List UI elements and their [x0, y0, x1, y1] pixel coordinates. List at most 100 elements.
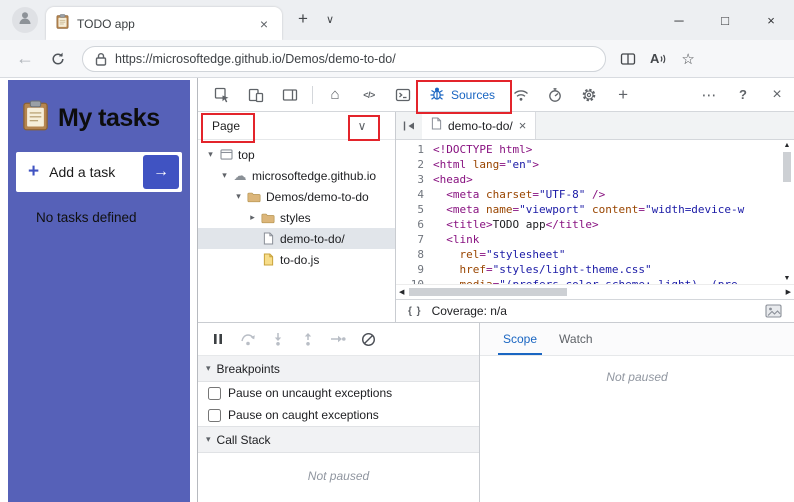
- add-task-button[interactable]: + Add a task →: [16, 152, 182, 192]
- device-emulation-icon[interactable]: [243, 82, 269, 108]
- scrollbar-track[interactable]: [407, 288, 782, 296]
- step-out-icon[interactable]: [298, 329, 318, 349]
- help-icon[interactable]: ?: [730, 82, 756, 108]
- elements-tab-icon[interactable]: </>: [356, 82, 382, 108]
- network-tab-icon[interactable]: [508, 82, 534, 108]
- collapse-sidebar-icon[interactable]: [396, 112, 422, 139]
- tree-item-microsoftedge-github-io[interactable]: ▾ ☁ microsoftedge.github.io: [198, 165, 395, 186]
- navigator-more-icon[interactable]: ⋮: [371, 118, 387, 134]
- code-text: media="(prefers-color-scheme: light), (p…: [433, 277, 738, 284]
- line-number: 4: [417, 188, 424, 201]
- navigator-overflow-chevron[interactable]: ∨: [353, 119, 371, 133]
- navigation-bar: ← https://microsoftedge.github.io/Demos/…: [0, 40, 794, 78]
- breakpoint-option-row[interactable]: Pause on uncaught exceptions: [198, 382, 479, 404]
- pause-icon[interactable]: [208, 329, 228, 349]
- vertical-scrollbar[interactable]: ▲ ▼: [780, 140, 794, 284]
- todo-sidebar: My tasks + Add a task → No tasks defined: [8, 80, 190, 502]
- gear-icon[interactable]: [576, 82, 602, 108]
- devtools-close-icon[interactable]: ×: [764, 82, 790, 108]
- tab-list-chevron-icon[interactable]: ∨: [322, 13, 338, 26]
- more-options-icon[interactable]: ⋯: [696, 82, 722, 108]
- lock-icon[interactable]: [95, 52, 107, 66]
- step-icon[interactable]: [328, 329, 348, 349]
- console-tab-icon[interactable]: [390, 82, 416, 108]
- breakpoint-option-row[interactable]: Pause on caught exceptions: [198, 404, 479, 426]
- tree-item-demo-to-do[interactable]: demo-to-do/: [198, 228, 395, 249]
- coverage-bar: { } Coverage: n/a: [396, 299, 794, 322]
- step-into-icon[interactable]: [268, 329, 288, 349]
- read-aloud-icon[interactable]: A: [650, 51, 667, 66]
- code-line: 7 <link: [396, 232, 780, 247]
- breakpoint-options: Pause on uncaught exceptions Pause on cau…: [198, 382, 479, 426]
- code-text: rel="stylesheet": [459, 248, 566, 261]
- tab-watch[interactable]: Watch: [548, 323, 604, 355]
- panel-layout-icon[interactable]: [277, 82, 303, 108]
- submit-task-button[interactable]: →: [143, 155, 179, 189]
- file-js-icon: [259, 253, 277, 266]
- inspect-icon[interactable]: [209, 82, 235, 108]
- home-tab-icon[interactable]: ⌂: [322, 82, 348, 108]
- code-text: <meta name="viewport" content="width=dev…: [433, 203, 745, 216]
- sources-tab[interactable]: Sources: [420, 82, 504, 108]
- image-preview-icon[interactable]: [765, 304, 782, 318]
- tree-item-top[interactable]: ▾ top: [198, 144, 395, 165]
- add-task-label: Add a task: [49, 164, 116, 180]
- code-lines: 1 <!DOCTYPE html> 2 <html lang="en"> 3 <head>…: [396, 142, 780, 284]
- step-over-icon[interactable]: [238, 329, 258, 349]
- code-text: <link: [433, 233, 480, 246]
- profile-avatar[interactable]: [12, 7, 38, 33]
- breakpoint-checkbox[interactable]: [208, 408, 221, 422]
- debugger-section: ▾ Breakpoints Pause on uncaught exceptio…: [198, 323, 794, 502]
- tree-item-styles[interactable]: ▸ styles: [198, 207, 395, 228]
- horizontal-scrollbar[interactable]: ◀ ▶: [396, 284, 794, 299]
- breakpoint-checkbox[interactable]: [208, 386, 221, 400]
- editor-tab[interactable]: demo-to-do/ ×: [422, 112, 537, 139]
- favorites-star-icon[interactable]: ☆: [681, 50, 694, 68]
- disclosure-expanded-icon: ▾: [206, 434, 211, 444]
- navigator-page-tab[interactable]: Page: [208, 119, 244, 133]
- line-number: 7: [417, 233, 424, 246]
- window-close-button[interactable]: ×: [748, 0, 794, 40]
- disclosure-expanded-icon[interactable]: ▾: [204, 149, 217, 160]
- minimize-button[interactable]: ─: [656, 0, 702, 40]
- maximize-button[interactable]: □: [702, 0, 748, 40]
- code-editor[interactable]: 1 <!DOCTYPE html> 2 <html lang="en"> 3 <head>…: [396, 140, 794, 284]
- tab-scope[interactable]: Scope: [492, 323, 548, 355]
- performance-tab-icon[interactable]: [542, 82, 568, 108]
- titlebar: TODO app × + ∨ ─ □ ×: [0, 0, 794, 40]
- scroll-right-icon[interactable]: ▶: [786, 289, 791, 296]
- scrollbar-thumb[interactable]: [783, 152, 791, 182]
- tree-item-demos-demo-to-do[interactable]: ▾ Demos/demo-to-do: [198, 186, 395, 207]
- back-button[interactable]: ←: [16, 48, 34, 69]
- browser-tab[interactable]: TODO app ×: [46, 7, 282, 40]
- tab-close-icon[interactable]: ×: [256, 15, 272, 33]
- disclosure-expanded-icon[interactable]: ▾: [218, 170, 231, 181]
- scroll-up-icon[interactable]: ▲: [784, 142, 791, 149]
- disclosure-expanded-icon[interactable]: ▾: [232, 191, 245, 202]
- breakpoints-section-header[interactable]: ▾ Breakpoints: [198, 356, 479, 382]
- scroll-left-icon[interactable]: ◀: [399, 289, 404, 296]
- read-aloud-letter: A: [650, 51, 660, 66]
- code-line: 1 <!DOCTYPE html>: [396, 142, 780, 157]
- scroll-down-icon[interactable]: ▼: [784, 275, 791, 282]
- call-stack-section-header[interactable]: ▾ Call Stack: [198, 426, 479, 453]
- split-screen-icon[interactable]: [620, 51, 636, 67]
- editor-tab-label: demo-to-do/: [448, 118, 513, 133]
- editor-tab-close-icon[interactable]: ×: [519, 118, 527, 133]
- code-line: 6 <title>TODO app</title>: [396, 217, 780, 232]
- code-line: 4 <meta charset="UTF-8" />: [396, 187, 780, 202]
- deactivate-breakpoints-icon[interactable]: [358, 329, 378, 349]
- refresh-button[interactable]: [50, 51, 66, 67]
- code-line: 3 <head>: [396, 172, 780, 187]
- line-number: 9: [417, 263, 424, 276]
- new-tab-button[interactable]: +: [294, 9, 312, 29]
- code-line: 9 href="styles/light-theme.css": [396, 262, 780, 277]
- more-tools-button[interactable]: +: [610, 82, 636, 108]
- clipboard-favicon-icon: [56, 13, 69, 34]
- tree-item-label: to-do.js: [280, 252, 320, 267]
- tree-item-to-do-js[interactable]: to-do.js: [198, 249, 395, 270]
- disclosure-collapsed-icon[interactable]: ▸: [246, 212, 259, 223]
- address-bar[interactable]: https://microsoftedge.github.io/Demos/de…: [82, 45, 606, 72]
- scrollbar-thumb[interactable]: [409, 288, 567, 296]
- todo-app-page: My tasks + Add a task → No tasks defined: [0, 78, 198, 502]
